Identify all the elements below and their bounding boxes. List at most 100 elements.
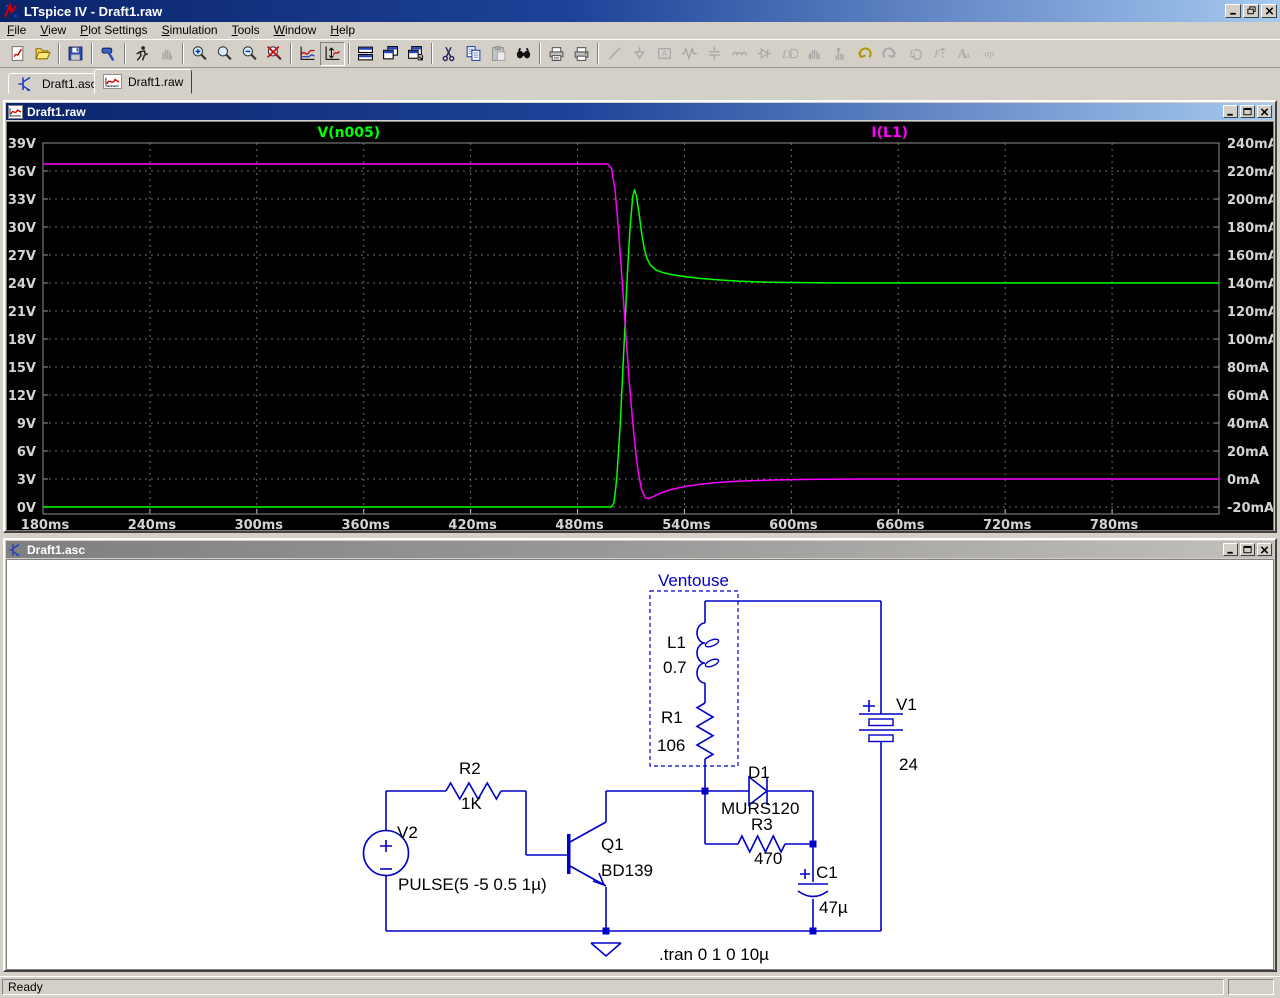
- new-schematic-icon[interactable]: [5, 42, 30, 66]
- svg-text:D: D: [781, 48, 791, 61]
- waveform-window-title: Draft1.raw: [27, 105, 86, 119]
- diode-icon: [752, 42, 777, 66]
- label-R1[interactable]: R1: [661, 708, 683, 727]
- component-Q1-base-bar[interactable]: [567, 834, 571, 874]
- x-tick-label: 540ms: [662, 518, 711, 530]
- label-V1[interactable]: V1: [896, 695, 917, 714]
- tab-draft1.raw[interactable]: Draft1.raw: [94, 69, 192, 94]
- value-C1[interactable]: 47µ: [819, 898, 848, 917]
- zoom-out-icon[interactable]: [237, 42, 262, 66]
- status-bar: Ready: [0, 976, 1280, 998]
- tile-horizontal-icon[interactable]: [353, 42, 378, 66]
- x-tick-label: 300ms: [235, 518, 284, 530]
- save-icon[interactable]: [63, 42, 88, 66]
- minimize-button[interactable]: [1223, 543, 1238, 556]
- toolbar-separator: [58, 43, 60, 64]
- menu-help[interactable]: Help: [323, 22, 362, 39]
- value-Q1[interactable]: BD139: [601, 861, 653, 880]
- close-button[interactable]: [1261, 4, 1277, 18]
- control-panel-icon[interactable]: [96, 42, 121, 66]
- label-D1[interactable]: D1: [748, 763, 770, 782]
- toolbar-separator: [597, 43, 599, 64]
- find-icon[interactable]: [511, 42, 536, 66]
- menu-tools[interactable]: Tools: [225, 22, 267, 39]
- menu-view[interactable]: View: [33, 22, 73, 39]
- minimize-button[interactable]: [1223, 105, 1238, 118]
- zoom-in-icon[interactable]: [187, 42, 212, 66]
- close-button[interactable]: [1257, 105, 1272, 118]
- label-R2[interactable]: R2: [459, 759, 481, 778]
- value-R1[interactable]: 106: [657, 736, 685, 755]
- close-button[interactable]: [1257, 543, 1272, 556]
- component-V1-cell[interactable]: [869, 735, 893, 742]
- y-left-tick-label: 30V: [8, 221, 36, 236]
- tile-vertical-icon[interactable]: [378, 42, 403, 66]
- component-L1-symbol[interactable]: [697, 623, 705, 683]
- undo-icon[interactable]: [852, 42, 877, 66]
- waveform-window-title-bar[interactable]: Draft1.raw: [6, 103, 1274, 120]
- print-preview-icon[interactable]: [544, 42, 569, 66]
- v1-plus-sign[interactable]: [863, 700, 875, 712]
- value-R3[interactable]: 470: [754, 849, 782, 868]
- ground-symbol[interactable]: [591, 943, 621, 956]
- c1-plus-sign[interactable]: [800, 869, 810, 879]
- x-tick-label: 780ms: [1090, 518, 1139, 530]
- trace-label-il1[interactable]: I(L1): [871, 125, 908, 141]
- menu-file[interactable]: File: [0, 22, 33, 39]
- menu-simulation[interactable]: Simulation: [155, 22, 225, 39]
- y-right-tick-label: 240mA: [1227, 137, 1273, 152]
- spice-directive-text[interactable]: .tran 0 1 0 10µ: [659, 945, 769, 964]
- toolbar: ADFFAa.op: [0, 39, 1280, 68]
- schematic-window-title-bar[interactable]: Draft1.asc: [6, 541, 1274, 558]
- cut-icon[interactable]: [436, 42, 461, 66]
- menu-window[interactable]: Window: [267, 22, 324, 39]
- component-L1-loop[interactable]: [704, 658, 719, 669]
- component-icon: D: [777, 42, 802, 66]
- value-V1[interactable]: 24: [899, 755, 918, 774]
- label-C1[interactable]: C1: [816, 863, 838, 882]
- run-icon[interactable]: [129, 42, 154, 66]
- tab-draft1.asc[interactable]: Draft1.asc: [8, 73, 106, 94]
- label-V2[interactable]: V2: [397, 823, 418, 842]
- zoom-reset-icon[interactable]: [262, 42, 287, 66]
- open-icon[interactable]: [30, 42, 55, 66]
- title-bar[interactable]: LTspice IV - Draft1.raw: [0, 0, 1280, 22]
- junction-dot: [810, 841, 817, 848]
- plot-area[interactable]: 39V240mA36V220mA33V200mA30V180mA27V160mA…: [6, 121, 1274, 531]
- zoom-extents-icon[interactable]: [212, 42, 237, 66]
- schematic-canvas[interactable]: VentouseL10.7R1106R21KR3470V2PULSE(5 -5 …: [6, 559, 1274, 970]
- toolbar-separator: [124, 43, 126, 64]
- label-Q1[interactable]: Q1: [601, 835, 624, 854]
- waveform-window-icon: [8, 105, 23, 119]
- component-R1-symbol[interactable]: [697, 703, 713, 759]
- value-R2[interactable]: 1K: [461, 794, 482, 813]
- comment-ventouse[interactable]: Ventouse: [658, 571, 729, 590]
- label-L1[interactable]: L1: [667, 633, 686, 652]
- v2-plus-sign[interactable]: [380, 840, 392, 852]
- component-V1-cell[interactable]: [869, 719, 893, 726]
- y-right-tick-label: -20mA: [1227, 501, 1273, 516]
- menu-plot-settings[interactable]: Plot Settings: [73, 22, 154, 39]
- maximize-button[interactable]: [1240, 543, 1255, 556]
- maximize-button[interactable]: [1240, 105, 1255, 118]
- toolbar-separator: [539, 43, 541, 64]
- print-icon[interactable]: [569, 42, 594, 66]
- component-C1-plate-bottom[interactable]: [798, 891, 828, 897]
- value-D1[interactable]: MURS120: [721, 799, 799, 818]
- restore-button[interactable]: [1243, 4, 1259, 18]
- cascade-windows-icon[interactable]: [403, 42, 428, 66]
- svg-text:F: F: [933, 49, 941, 60]
- window-title: LTspice IV - Draft1.raw: [24, 4, 162, 19]
- trace-label-vn005[interactable]: V(n005): [317, 125, 380, 141]
- junction-dot: [603, 928, 610, 935]
- copy-icon[interactable]: [461, 42, 486, 66]
- minimize-button[interactable]: [1225, 4, 1241, 18]
- value-V2[interactable]: PULSE(5 -5 0.5 1µ): [398, 875, 547, 894]
- text-icon: Aa: [952, 42, 977, 66]
- autorange-icon[interactable]: [320, 42, 345, 66]
- tab-bar: Draft1.ascDraft1.raw: [0, 68, 1280, 95]
- x-tick-label: 180ms: [21, 518, 70, 530]
- plot-settings-icon[interactable]: [295, 42, 320, 66]
- component-L1-loop[interactable]: [704, 638, 719, 649]
- value-L1[interactable]: 0.7: [663, 658, 687, 677]
